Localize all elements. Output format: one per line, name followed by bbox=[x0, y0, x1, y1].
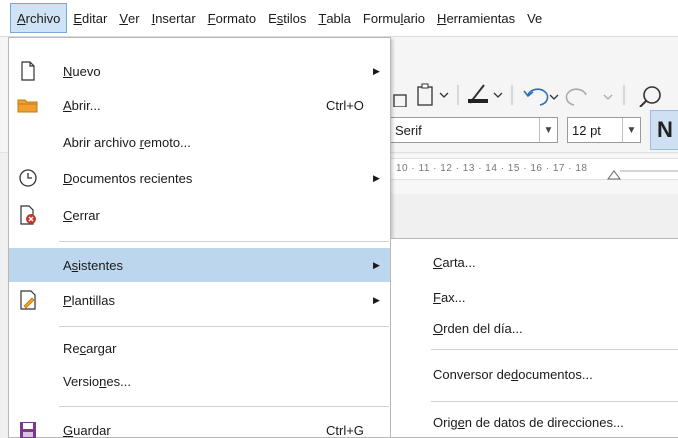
floppy-disk-icon bbox=[17, 419, 39, 438]
menu-item-label: Cerrar bbox=[63, 207, 100, 223]
chevron-down-icon[interactable]: ▼ bbox=[539, 118, 557, 142]
menu-separator bbox=[59, 241, 389, 242]
ruler-strip: 10 · 11 · 12 · 13 · 14 · 15 · 16 · 17 · … bbox=[390, 158, 678, 180]
menu-item-abrir[interactable]: Abrir... Ctrl+O bbox=[9, 88, 390, 122]
menu-ver[interactable]: Ver bbox=[113, 3, 145, 33]
asistentes-submenu: Carta... Fax... Orden del día... Convers… bbox=[390, 238, 678, 438]
indent-marker-icon[interactable] bbox=[607, 170, 621, 180]
horizontal-ruler[interactable]: 10 · 11 · 12 · 13 · 14 · 15 · 16 · 17 · … bbox=[390, 154, 678, 194]
submenu-arrow-icon: ▶ bbox=[373, 259, 380, 270]
template-icon bbox=[17, 289, 39, 311]
submenu-arrow-icon: ▶ bbox=[373, 172, 380, 183]
menu-item-label: Nuevo bbox=[63, 63, 101, 79]
document-icon[interactable] bbox=[393, 94, 407, 107]
menu-ver-truncated[interactable]: Ve bbox=[521, 3, 548, 33]
menu-item-label: Abrir... bbox=[63, 97, 101, 113]
folder-icon bbox=[17, 94, 39, 116]
page-icon bbox=[17, 60, 39, 82]
bold-button[interactable]: N bbox=[650, 110, 678, 150]
undo-icon[interactable] bbox=[523, 88, 559, 106]
menu-insertar[interactable]: Insertar bbox=[146, 3, 202, 33]
menu-item-label: Documentos recientes bbox=[63, 170, 193, 186]
menu-item-recargar[interactable]: Recargar bbox=[9, 331, 390, 365]
menu-separator bbox=[59, 326, 389, 327]
submenu-separator bbox=[431, 401, 678, 402]
menu-tabla[interactable]: Tabla bbox=[312, 3, 357, 33]
menu-item-label: Versiones... bbox=[63, 373, 131, 389]
submenu-item-orden-del-dia[interactable]: Orden del día... bbox=[433, 313, 523, 343]
menu-archivo[interactable]: Archivo bbox=[10, 3, 68, 33]
clone-formatting-icon[interactable] bbox=[468, 84, 503, 104]
shortcut-label: Ctrl+O bbox=[326, 97, 364, 113]
menu-item-plantillas[interactable]: Plantillas ▶ bbox=[9, 283, 390, 317]
menu-item-versiones[interactable]: Versiones... bbox=[9, 364, 390, 398]
menu-separator bbox=[59, 406, 389, 407]
file-menu-dropdown: Nuevo ▶ Abrir... Ctrl+O Abrir archivo re… bbox=[8, 37, 391, 438]
submenu-item-origen-datos-direcciones[interactable]: Orig e n de datos de direcciones... bbox=[433, 407, 624, 437]
submenu-item-fax[interactable]: Fax... bbox=[433, 282, 466, 312]
menu-item-label: Asistentes bbox=[63, 257, 123, 273]
submenu-separator bbox=[431, 349, 678, 350]
menu-item-label: Abrir archivo remoto... bbox=[63, 134, 191, 150]
menu-item-nuevo[interactable]: Nuevo ▶ bbox=[9, 54, 390, 88]
menu-item-guardar[interactable]: Guardar Ctrl+G bbox=[9, 413, 390, 438]
submenu-item-conversor-documentos[interactable]: Conversor de d ocumentos... bbox=[433, 359, 593, 389]
shortcut-label: Ctrl+G bbox=[326, 422, 364, 438]
bold-label: N bbox=[657, 117, 673, 142]
font-size-combo[interactable]: 12 pt ▼ bbox=[567, 117, 641, 143]
menu-item-abrir-remoto[interactable]: Abrir archivo remoto... bbox=[9, 125, 390, 159]
menu-formulario[interactable]: Formu l ario bbox=[357, 3, 431, 33]
find-icon[interactable] bbox=[639, 86, 661, 107]
redo-icon[interactable] bbox=[565, 88, 613, 106]
paste-icon[interactable] bbox=[417, 83, 449, 106]
chevron-down-icon[interactable]: ▼ bbox=[622, 118, 640, 142]
menu-formato[interactable]: Formato bbox=[202, 3, 262, 33]
menu-item-asistentes[interactable]: Asistentes ▶ bbox=[9, 248, 390, 282]
menu-item-documentos-recientes[interactable]: Documentos recientes ▶ bbox=[9, 161, 390, 195]
ruler-marks bbox=[607, 170, 678, 180]
menu-estilos[interactable]: Es tilos bbox=[262, 3, 312, 33]
menu-item-label: Plantillas bbox=[63, 292, 116, 308]
font-name-combo[interactable]: Serif ▼ bbox=[390, 117, 558, 143]
menu-herramientas[interactable]: Herramientas bbox=[431, 3, 521, 33]
submenu-arrow-icon: ▶ bbox=[373, 65, 380, 76]
font-name-value: Serif bbox=[395, 122, 422, 138]
menu-editar[interactable]: Editar bbox=[67, 3, 113, 33]
menu-item-label: Guardar bbox=[63, 422, 111, 438]
close-document-icon bbox=[17, 204, 39, 226]
menu-item-label: Recargar bbox=[63, 340, 117, 356]
submenu-item-carta[interactable]: Carta... bbox=[433, 247, 476, 277]
font-size-value: 12 pt bbox=[572, 122, 601, 138]
menu-bar: Archivo Editar Ver Insertar Formato Es ti… bbox=[0, 0, 678, 37]
menu-item-cerrar[interactable]: Cerrar bbox=[9, 198, 390, 232]
submenu-arrow-icon: ▶ bbox=[373, 294, 380, 305]
clock-icon bbox=[17, 167, 39, 189]
